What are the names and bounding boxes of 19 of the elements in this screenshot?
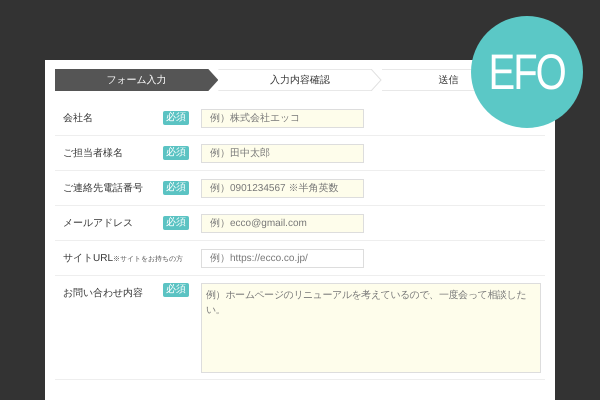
- input-field[interactable]: 例）https://ecco.co.jp/: [201, 248, 364, 268]
- input-field[interactable]: 例）ecco@gmail.com: [201, 214, 364, 232]
- message-field[interactable]: 例）ホームページのリニューアルを考えているので、一度会って相談したい。: [201, 283, 541, 373]
- required-badge: 必須: [163, 146, 189, 160]
- field-label: 会社名: [63, 112, 93, 126]
- input-field[interactable]: 例）株式会社エッコ: [201, 108, 364, 128]
- required-badge: 必須: [163, 216, 189, 230]
- progress-step: フォーム入力: [55, 69, 218, 91]
- chevron-icon: [370, 69, 382, 91]
- required-badge: 必須: [163, 283, 189, 297]
- field-label: メールアドレス: [63, 216, 133, 230]
- field-label: お問い合わせ内容: [63, 286, 143, 301]
- field-label: サイトURL: [63, 252, 114, 266]
- input-field[interactable]: 例）0901234567 ※半角英数: [201, 178, 364, 198]
- required-badge: 必須: [163, 181, 189, 195]
- field-label: ご連絡先電話番号: [63, 182, 143, 196]
- required-badge: 必須: [163, 111, 189, 125]
- input-field[interactable]: 例）田中太郎: [201, 144, 364, 162]
- field-label: ご担当者様名: [63, 146, 123, 160]
